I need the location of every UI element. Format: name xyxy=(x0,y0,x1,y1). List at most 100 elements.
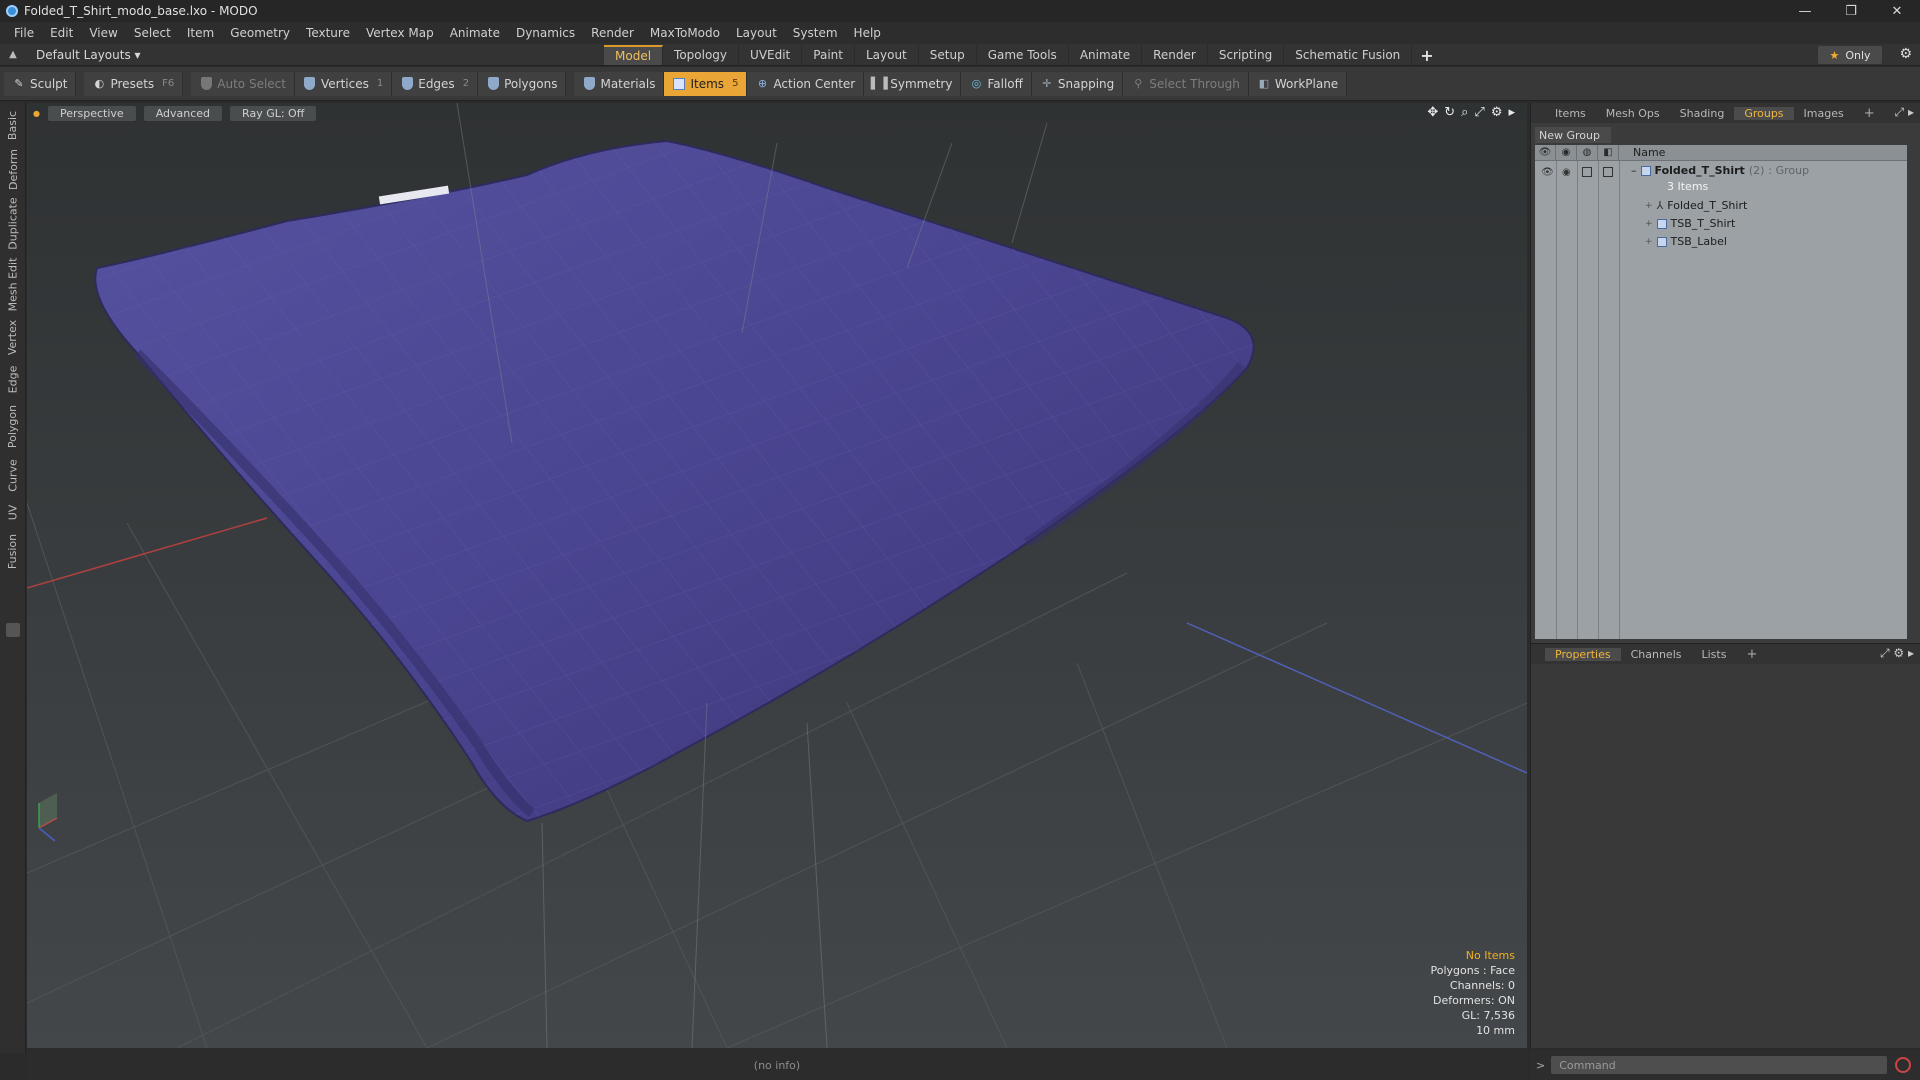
tab-game-tools[interactable]: Game Tools xyxy=(977,45,1069,65)
vtab-curve[interactable]: Curve xyxy=(3,455,23,495)
properties-expand-icon[interactable]: ⤢ ⚙ ▸ xyxy=(1880,646,1914,661)
layouts-dropdown[interactable]: Default Layouts ▾ xyxy=(36,48,141,62)
vtab-duplicate[interactable]: Duplicate xyxy=(3,195,23,251)
vtab-vertex[interactable]: Vertex xyxy=(3,317,23,357)
tab-animate[interactable]: Animate xyxy=(1069,45,1143,65)
command-history-icon[interactable] xyxy=(1895,1057,1912,1073)
list-item[interactable]: + ⅄ Folded_T_Shirt xyxy=(1645,199,1747,212)
menu-vertex-map[interactable]: Vertex Map xyxy=(358,26,442,40)
new-group-button[interactable]: New Group xyxy=(1535,127,1611,143)
tab-properties[interactable]: Properties xyxy=(1545,647,1621,661)
left-toggle-button[interactable] xyxy=(6,623,20,637)
tab-images[interactable]: Images xyxy=(1794,107,1854,120)
list-item[interactable]: + TSB_T_Shirt xyxy=(1645,217,1735,230)
collapse-arrow-icon[interactable]: – xyxy=(1631,164,1637,177)
auto-select-button[interactable]: Auto Select xyxy=(191,71,295,96)
visibility-column-icon[interactable]: 👁 xyxy=(1535,144,1556,161)
tab-items[interactable]: Items xyxy=(1545,107,1596,120)
gear-icon[interactable]: ⚙ xyxy=(1899,46,1912,62)
view-type-button[interactable]: Perspective xyxy=(47,105,136,121)
tab-shading[interactable]: Shading xyxy=(1670,107,1735,120)
falloff-button[interactable]: ◎ Falloff xyxy=(961,71,1032,96)
menu-edit[interactable]: Edit xyxy=(42,26,81,40)
vertices-button[interactable]: Vertices 1 xyxy=(294,71,393,96)
snapping-button[interactable]: ✛ Snapping xyxy=(1031,71,1124,96)
select-column-icon[interactable]: ◧ xyxy=(1598,144,1619,161)
menu-help[interactable]: Help xyxy=(846,26,889,40)
raygl-button[interactable]: Ray GL: Off xyxy=(230,105,317,121)
tab-uvedit[interactable]: UVEdit xyxy=(739,45,803,65)
menu-view[interactable]: View xyxy=(81,26,125,40)
minimize-icon[interactable]: — xyxy=(1782,0,1828,22)
viewport-more-icon[interactable]: ▸ xyxy=(1508,105,1515,120)
restore-icon[interactable]: ❐ xyxy=(1828,0,1874,22)
vtab-deform[interactable]: Deform xyxy=(3,147,23,191)
group-render-icon[interactable]: ◉ xyxy=(1562,167,1571,178)
name-column[interactable]: Name xyxy=(1633,146,1665,159)
tab-mesh-ops[interactable]: Mesh Ops xyxy=(1596,107,1670,120)
menu-file[interactable]: File xyxy=(6,26,42,40)
tab-groups[interactable]: Groups xyxy=(1734,106,1794,120)
group-visibility-eye-icon[interactable]: 👁 xyxy=(1541,167,1554,178)
group-lock-checkbox[interactable] xyxy=(1582,167,1592,177)
close-icon[interactable]: ✕ xyxy=(1874,0,1920,22)
menu-maxtomodo[interactable]: MaxToModo xyxy=(642,26,728,40)
only-button[interactable]: ★ Only xyxy=(1818,46,1882,64)
collapse-up-icon[interactable]: ▲ xyxy=(4,49,22,60)
action-center-button[interactable]: ⊕ Action Center xyxy=(747,71,865,96)
vtab-mesh-edit[interactable]: Mesh Edit xyxy=(3,255,23,313)
menu-render[interactable]: Render xyxy=(583,26,642,40)
vtab-polygon[interactable]: Polygon xyxy=(3,401,23,451)
polygons-button[interactable]: Polygons xyxy=(478,71,567,96)
tab-setup[interactable]: Setup xyxy=(919,45,977,65)
group-select-checkbox[interactable] xyxy=(1603,167,1613,177)
pan-icon[interactable]: ✥ xyxy=(1427,105,1438,120)
sculpt-button[interactable]: ✎ Sculpt xyxy=(4,71,77,96)
rotate-icon[interactable]: ↻ xyxy=(1444,105,1455,120)
vtab-basic[interactable]: Basic xyxy=(3,107,23,143)
maximize-icon[interactable]: ⤢ xyxy=(1474,105,1484,120)
materials-button[interactable]: Materials xyxy=(574,71,665,96)
edges-button[interactable]: Edges 2 xyxy=(392,71,479,96)
menu-item[interactable]: Item xyxy=(179,26,222,40)
menu-layout[interactable]: Layout xyxy=(728,26,785,40)
menu-geometry[interactable]: Geometry xyxy=(222,26,298,40)
workplane-button[interactable]: ◧ WorkPlane xyxy=(1248,71,1348,96)
tab-schematic-fusion[interactable]: Schematic Fusion xyxy=(1284,45,1413,65)
zoom-icon[interactable]: ⌕ xyxy=(1461,105,1468,120)
tab-layout[interactable]: Layout xyxy=(855,45,919,65)
list-item[interactable]: + TSB_Label xyxy=(1645,235,1727,248)
tab-topology[interactable]: Topology xyxy=(663,45,740,65)
panel-expand-icon[interactable]: ⤢ ▸ xyxy=(1895,105,1914,120)
tab-lists[interactable]: Lists xyxy=(1692,648,1737,661)
presets-button[interactable]: ◐ Presets F6 xyxy=(84,71,184,96)
add-properties-tab-icon[interactable]: + xyxy=(1736,647,1767,662)
viewport-menu-icon[interactable]: ● xyxy=(33,109,40,118)
tab-model[interactable]: Model xyxy=(604,45,664,65)
vtab-fusion[interactable]: Fusion xyxy=(3,529,23,573)
add-tab-icon[interactable]: + xyxy=(1412,46,1441,65)
menu-animate[interactable]: Animate xyxy=(442,26,508,40)
menu-system[interactable]: System xyxy=(785,26,846,40)
menu-texture[interactable]: Texture xyxy=(298,26,358,40)
menu-select[interactable]: Select xyxy=(126,26,179,40)
viewport-gear-icon[interactable]: ⚙ xyxy=(1491,105,1503,120)
shading-mode-button[interactable]: Advanced xyxy=(143,105,223,121)
group-row[interactable]: – Folded_T_Shirt (2) : Group xyxy=(1631,164,1809,177)
add-panel-tab-icon[interactable]: + xyxy=(1854,106,1885,121)
expand-arrow-icon[interactable]: + xyxy=(1645,219,1653,229)
select-through-button[interactable]: ⚲ Select Through xyxy=(1123,71,1249,96)
tab-render[interactable]: Render xyxy=(1142,45,1208,65)
tab-channels[interactable]: Channels xyxy=(1621,648,1692,661)
render-column-icon[interactable]: ◉ xyxy=(1556,144,1577,161)
symmetry-button[interactable]: ▌▐ Symmetry xyxy=(864,71,962,96)
items-button[interactable]: Items 5 xyxy=(664,71,748,96)
expand-arrow-icon[interactable]: + xyxy=(1645,237,1653,247)
vtab-edge[interactable]: Edge xyxy=(3,361,23,397)
expand-arrow-icon[interactable]: + xyxy=(1645,201,1653,211)
3d-viewport[interactable]: ● Perspective Advanced Ray GL: Off ✥ ↻ ⌕… xyxy=(27,103,1527,1048)
menu-dynamics[interactable]: Dynamics xyxy=(508,26,583,40)
vtab-uv[interactable]: UV xyxy=(3,499,23,525)
lock-column-icon[interactable]: ◍ xyxy=(1577,144,1598,161)
command-input[interactable]: Command xyxy=(1551,1056,1888,1074)
